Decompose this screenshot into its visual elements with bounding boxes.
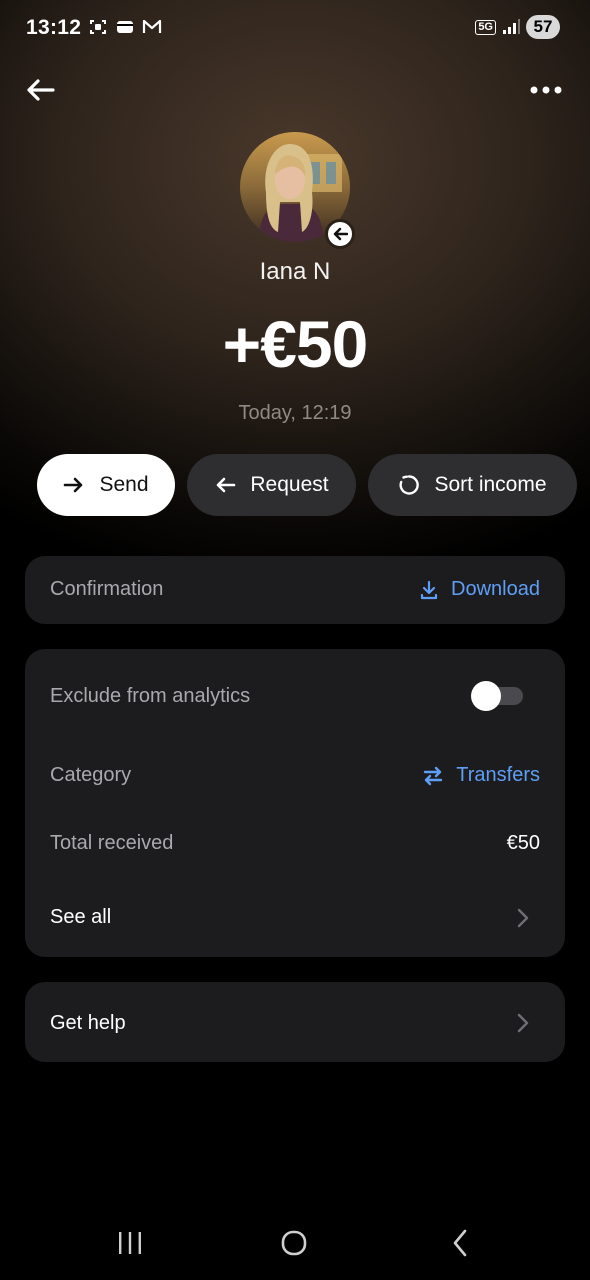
total-received-value: €50 (506, 832, 540, 854)
download-label: Download (451, 578, 540, 600)
confirmation-card: Confirmation Download (25, 556, 565, 624)
send-label: Send (99, 473, 149, 496)
more-dots-icon (530, 86, 562, 94)
confirmation-label: Confirmation (50, 578, 164, 600)
battery-indicator: 57 (526, 15, 560, 39)
status-time: 13:12 (26, 16, 82, 39)
category-value-button[interactable]: Transfers (422, 764, 540, 787)
transaction-amount: +€50 (222, 307, 369, 381)
system-back-button[interactable] (440, 1226, 480, 1260)
notification-icons (88, 17, 162, 37)
action-buttons: Send Request Sort income (37, 454, 577, 516)
system-nav-bar (0, 1212, 590, 1272)
exclude-analytics-toggle[interactable] (471, 681, 523, 711)
request-button[interactable]: Request (187, 454, 356, 516)
get-help-row[interactable]: Get help (25, 982, 565, 1062)
send-button[interactable]: Send (37, 454, 175, 516)
status-bar: 13:12 5G 57 (0, 0, 590, 56)
network-5g-icon: 5G (475, 19, 496, 35)
category-value: Transfers (456, 764, 540, 786)
recent-apps-button[interactable] (110, 1226, 150, 1260)
arrow-right-icon (64, 477, 83, 493)
download-icon (420, 580, 438, 599)
get-help-label: Get help (50, 1012, 126, 1034)
more-options-button[interactable] (526, 74, 566, 106)
avatar[interactable] (240, 132, 355, 249)
chevron-right-icon (517, 908, 529, 928)
download-button[interactable]: Download (419, 578, 540, 601)
exclude-analytics-label: Exclude from analytics (50, 685, 251, 707)
chevron-right-icon (517, 1013, 529, 1033)
toggle-knob (471, 681, 501, 711)
top-bar (0, 70, 590, 110)
category-label: Category (50, 764, 132, 786)
counterparty-name: Iana N (259, 258, 331, 285)
recent-apps-icon (119, 1232, 141, 1254)
gmail-icon (142, 19, 162, 33)
total-received-value-wrap: €50 (507, 832, 540, 855)
see-all-row[interactable]: See all (25, 881, 565, 951)
sort-income-button[interactable]: Sort income (368, 454, 577, 516)
incoming-badge (325, 219, 355, 249)
arrow-left-icon (27, 79, 55, 101)
incoming-arrow-icon (333, 227, 348, 241)
total-received-label: Total received (50, 832, 174, 854)
home-icon (281, 1230, 307, 1256)
refresh-icon (399, 475, 420, 495)
transaction-datetime: Today, 12:19 (238, 402, 352, 424)
system-back-icon (453, 1229, 467, 1257)
sort-income-label: Sort income (434, 473, 547, 496)
wallet-icon (117, 21, 133, 33)
see-all-label: See all (50, 906, 112, 928)
arrow-left-icon (217, 477, 236, 493)
home-button[interactable] (274, 1226, 314, 1260)
screenshot-icon (90, 20, 106, 34)
request-label: Request (250, 473, 329, 496)
back-button[interactable] (22, 74, 58, 106)
transfer-arrows-icon (424, 766, 443, 785)
details-card: Exclude from analytics Category Transfer… (25, 649, 565, 957)
signal-icon (503, 19, 520, 34)
